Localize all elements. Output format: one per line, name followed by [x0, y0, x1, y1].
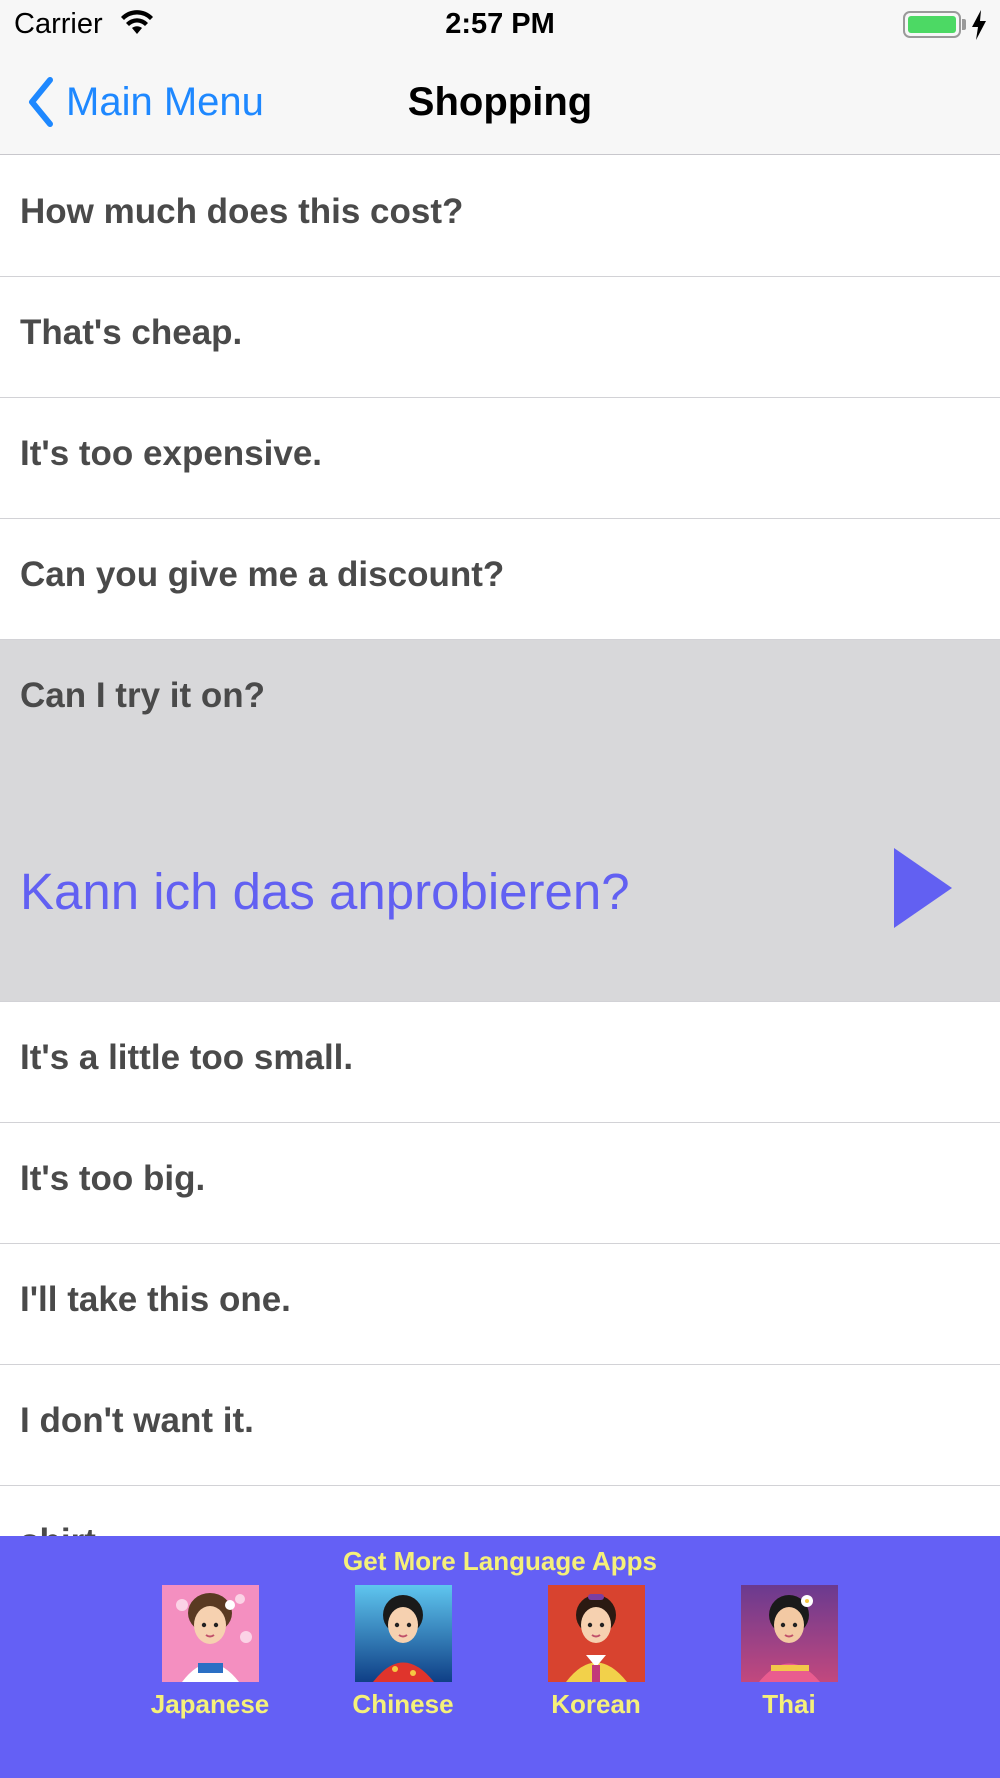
charging-bolt-icon — [972, 10, 986, 40]
japanese-girl-avatar-icon — [162, 1585, 259, 1682]
app-label: Japanese — [150, 1689, 270, 1719]
phrase-row-selected[interactable]: Can I try it on? Kann ich das anprobiere… — [0, 640, 1000, 1002]
phrase-list: How much does this cost? That's cheap. I… — [0, 156, 1000, 1536]
play-audio-button[interactable] — [892, 846, 954, 930]
battery-cap — [962, 19, 966, 30]
phrase-text: Can I try it on? — [20, 676, 265, 715]
chinese-girl-avatar-icon — [355, 1585, 452, 1682]
korean-girl-avatar-icon — [548, 1585, 645, 1682]
navigation-bar: Main Menu Shopping — [0, 50, 1000, 155]
more-apps-banner: Get More Language Apps Japanese Chinese — [0, 1536, 1000, 1778]
app-link-korean[interactable]: Korean — [506, 1585, 686, 1735]
battery-icon — [903, 11, 961, 38]
phrase-row[interactable]: It's too expensive. — [0, 398, 1000, 519]
phrase-text: That's cheap. — [20, 313, 243, 352]
phrase-row[interactable]: I don't want it. — [0, 1365, 1000, 1486]
phrase-text: Can you give me a discount? — [20, 555, 505, 594]
app-label: Chinese — [352, 1689, 454, 1719]
phrase-text: I don't want it. — [20, 1401, 254, 1440]
app-link-japanese[interactable]: Japanese — [120, 1585, 300, 1735]
phrase-translation: Kann ich das anprobieren? — [20, 863, 630, 920]
phrase-text: shirt — [20, 1522, 96, 1536]
phrase-text: How much does this cost? — [20, 192, 464, 231]
app-link-chinese[interactable]: Chinese — [313, 1585, 493, 1735]
play-icon — [894, 848, 952, 928]
app-label: Thai — [762, 1689, 816, 1719]
app-link-thai[interactable]: Thai — [699, 1585, 879, 1735]
phrase-row[interactable]: shirt — [0, 1486, 1000, 1536]
more-apps-title: Get More Language Apps — [343, 1546, 657, 1576]
thai-girl-avatar-icon — [741, 1585, 838, 1682]
phrase-text: It's too expensive. — [20, 434, 323, 473]
phrase-row[interactable]: It's too big. — [0, 1123, 1000, 1244]
page-title: Shopping — [407, 80, 593, 124]
phrase-row[interactable]: Can you give me a discount? — [0, 519, 1000, 640]
app-label: Korean — [551, 1689, 641, 1719]
status-time: 2:57 PM — [445, 8, 555, 40]
phrase-text: I'll take this one. — [20, 1280, 291, 1319]
phrase-row[interactable]: I'll take this one. — [0, 1244, 1000, 1365]
phrase-row[interactable]: It's a little too small. — [0, 1002, 1000, 1123]
status-bar: Carrier 2:57 PM — [0, 0, 1000, 50]
phrase-row[interactable]: How much does this cost? — [0, 156, 1000, 277]
phrase-text: It's a little too small. — [20, 1038, 354, 1077]
phrase-row[interactable]: That's cheap. — [0, 277, 1000, 398]
phrase-text: It's too big. — [20, 1159, 206, 1198]
